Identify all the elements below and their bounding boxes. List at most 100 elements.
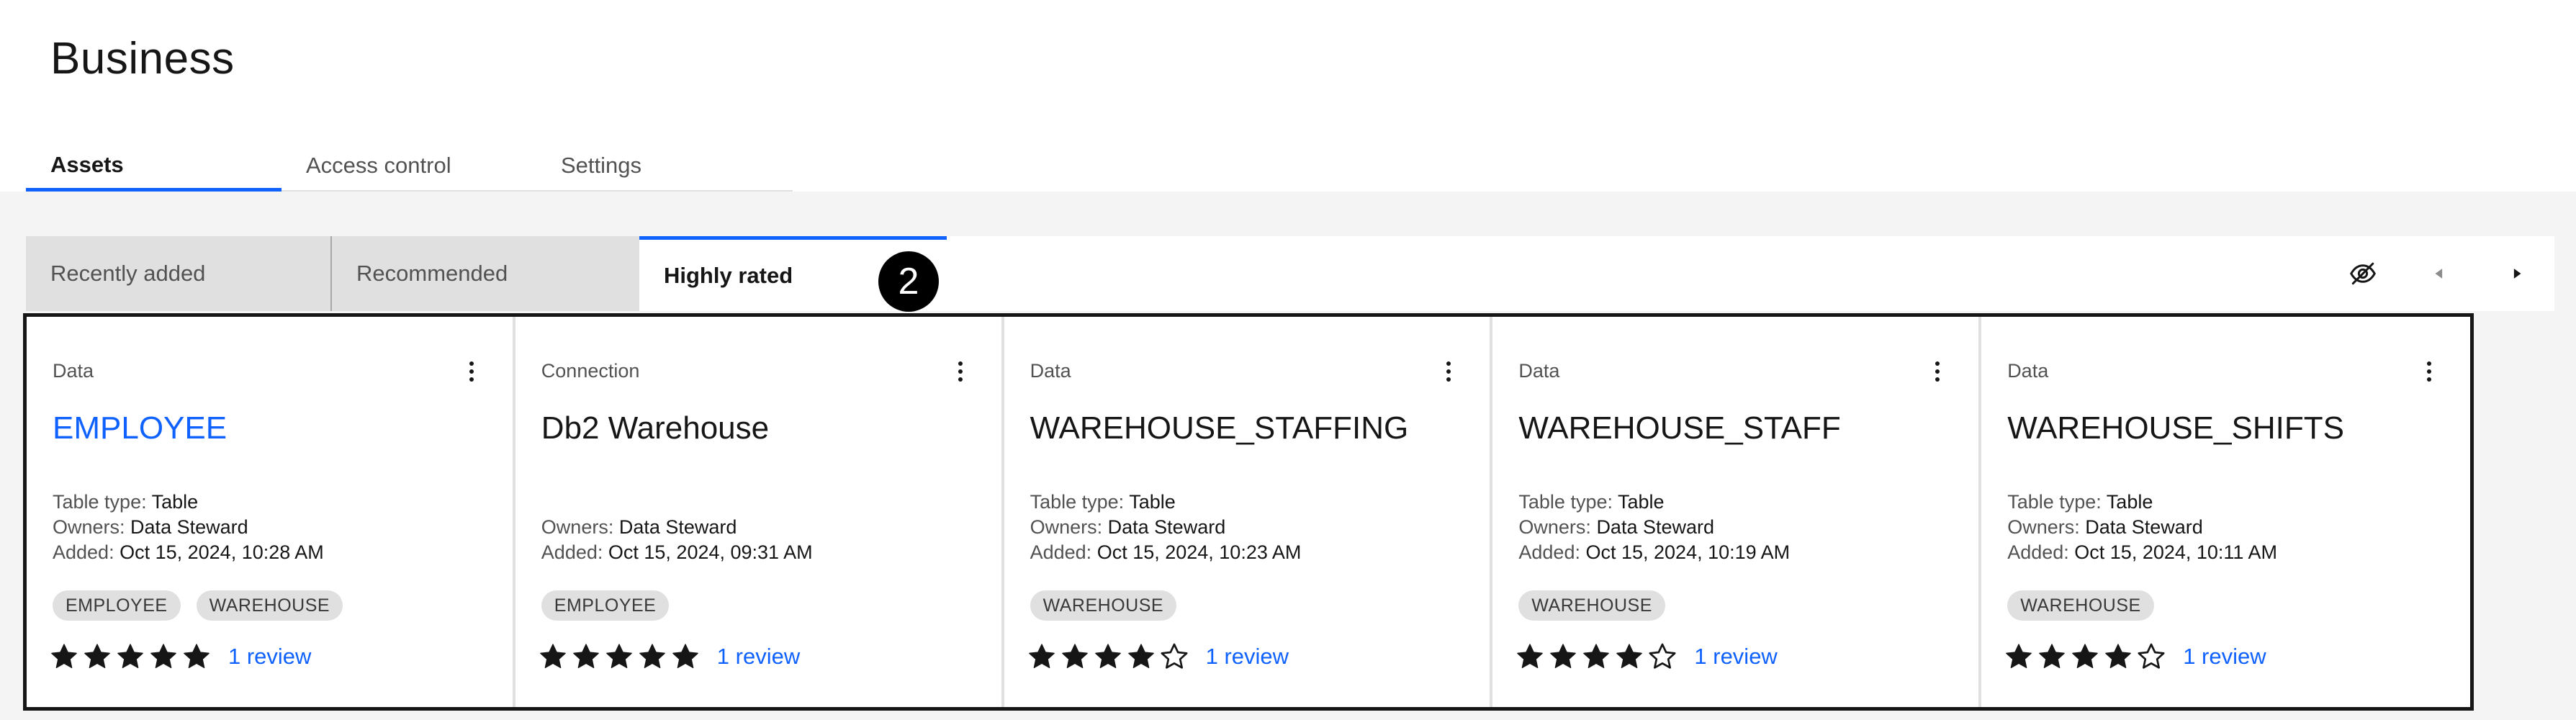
tab-label: Assets (50, 151, 124, 177)
star-filled-icon (672, 644, 698, 668)
added-date: Added: Oct 15, 2024, 10:11 AM (2007, 541, 2277, 564)
tag[interactable]: WAREHOUSE (196, 590, 343, 621)
tag[interactable]: EMPLOYEE (53, 590, 181, 621)
asset-card[interactable]: Data WAREHOUSE_STAFFING Table type: Tabl… (1004, 317, 1493, 707)
tab-access-control[interactable]: Access control (282, 141, 536, 192)
added-label: Added: (541, 541, 603, 563)
table-type: Table type: Table (1518, 491, 1664, 513)
star-filled-icon (1583, 644, 1610, 668)
asset-card[interactable]: Data EMPLOYEE Table type: Table Owners: … (27, 317, 515, 707)
owners-label: Owners: (1518, 516, 1591, 538)
added-value: Oct 15, 2024, 10:11 AM (2074, 541, 2277, 563)
review-link[interactable]: 1 review (1206, 644, 1289, 670)
caret-left-icon[interactable] (2418, 252, 2461, 295)
asset-title[interactable]: Db2 Warehouse (541, 410, 769, 446)
eye-off-icon[interactable] (2341, 252, 2384, 295)
asset-type: Data (2007, 360, 2049, 382)
tag[interactable]: EMPLOYEE (541, 590, 670, 621)
table-type: Table type: Table (2007, 491, 2153, 513)
step-badge: 2 (878, 251, 939, 312)
review-link[interactable]: 1 review (1694, 644, 1777, 670)
overflow-menu-icon[interactable] (461, 357, 482, 386)
asset-title[interactable]: WAREHOUSE_SHIFTS (2007, 410, 2344, 446)
added-label: Added: (53, 541, 114, 563)
star-filled-icon (2072, 644, 2099, 668)
table-type-value: Table (1129, 491, 1176, 513)
star-rating: 1 review (50, 642, 311, 671)
tab-recommended[interactable]: Recommended (332, 236, 639, 311)
owners-value: Data Steward (1596, 516, 1715, 538)
tab-settings[interactable]: Settings (536, 141, 793, 192)
added-value: Oct 15, 2024, 10:28 AM (120, 541, 324, 563)
asset-filter-tabs: Recently added Recommended Highly rated … (26, 236, 2554, 312)
tab-assets[interactable]: Assets (26, 141, 282, 192)
owners-label: Owners: (1030, 516, 1103, 538)
star-filled-icon (184, 644, 210, 668)
asset-title-link[interactable]: EMPLOYEE (53, 410, 227, 446)
tag[interactable]: WAREHOUSE (1518, 590, 1665, 621)
owners-value: Data Steward (130, 516, 248, 538)
review-link[interactable]: 1 review (717, 644, 800, 670)
page-title: Business (50, 34, 235, 84)
tab-highly-rated[interactable]: Highly rated 2 (639, 236, 947, 312)
owners-value: Data Steward (618, 516, 737, 538)
table-type: Table type: Table (53, 491, 198, 513)
review-link[interactable]: 1 review (228, 644, 311, 670)
caret-right-icon[interactable] (2495, 252, 2539, 295)
tab-recently-added[interactable]: Recently added (26, 236, 332, 311)
tab-label: Recently added (50, 261, 206, 286)
asset-cards-carousel: Data EMPLOYEE Table type: Table Owners: … (23, 313, 2474, 711)
tag-list: WAREHOUSE (1030, 590, 1177, 621)
star-filled-icon (639, 644, 665, 668)
star-filled-icon (2006, 644, 2032, 668)
added-date: Added: Oct 15, 2024, 10:19 AM (1518, 541, 1790, 564)
tag[interactable]: WAREHOUSE (1030, 590, 1177, 621)
added-date: Added: Oct 15, 2024, 10:23 AM (1030, 541, 1302, 564)
star-filled-icon (1061, 644, 1088, 668)
asset-title[interactable]: WAREHOUSE_STAFFING (1030, 410, 1409, 446)
star-filled-icon (1517, 644, 1544, 668)
star-filled-icon (2105, 644, 2132, 668)
main-tabs: Assets Access control Settings (26, 141, 796, 192)
overflow-menu-icon[interactable] (1927, 357, 1948, 386)
table-type-value: Table (2106, 491, 2153, 513)
overflow-menu-icon[interactable] (1438, 357, 1459, 386)
table-type-label: Table type: (1030, 491, 1125, 513)
asset-title[interactable]: WAREHOUSE_STAFF (1518, 410, 1840, 446)
star-filled-icon (1028, 644, 1055, 668)
star-filled-icon (51, 644, 77, 668)
star-filled-icon (1094, 644, 1121, 668)
star-filled-icon (605, 644, 632, 668)
tag-list: EMPLOYEE WAREHOUSE (53, 590, 343, 621)
added-date: Added: Oct 15, 2024, 09:31 AM (541, 541, 813, 564)
asset-card[interactable]: Connection Db2 Warehouse Owners: Data St… (515, 317, 1004, 707)
star-outline-icon (1161, 643, 1188, 669)
star-filled-icon (117, 644, 143, 668)
table-type-label: Table type: (1518, 491, 1613, 513)
added-label: Added: (1030, 541, 1092, 563)
review-link[interactable]: 1 review (2183, 644, 2266, 670)
tab-label: Settings (561, 153, 642, 178)
owners: Owners: Data Steward (1518, 516, 1714, 539)
table-type-label: Table type: (2007, 491, 2102, 513)
owners: Owners: Data Steward (53, 516, 248, 539)
overflow-menu-icon[interactable] (950, 357, 971, 386)
tag[interactable]: WAREHOUSE (2007, 590, 2154, 621)
star-filled-icon (2039, 644, 2066, 668)
star-filled-icon (150, 644, 176, 668)
star-rating: 1 review (539, 642, 800, 671)
overflow-menu-icon[interactable] (2418, 357, 2440, 386)
asset-card[interactable]: Data WAREHOUSE_STAFF Table type: Table O… (1492, 317, 1982, 707)
star-outline-icon (2138, 643, 2165, 669)
star-filled-icon (539, 644, 566, 668)
tab-label: Recommended (356, 261, 508, 286)
owners-label: Owners: (541, 516, 614, 538)
owners: Owners: Data Steward (2007, 516, 2203, 539)
asset-card[interactable]: Data WAREHOUSE_SHIFTS Table type: Table … (1981, 317, 2470, 707)
star-outline-icon (1649, 643, 1676, 669)
added-value: Oct 15, 2024, 10:23 AM (1096, 541, 1302, 563)
tag-list: WAREHOUSE (2007, 590, 2154, 621)
added-value: Oct 15, 2024, 10:19 AM (1585, 541, 1791, 563)
owners: Owners: Data Steward (1030, 516, 1226, 539)
star-filled-icon (1127, 644, 1154, 668)
